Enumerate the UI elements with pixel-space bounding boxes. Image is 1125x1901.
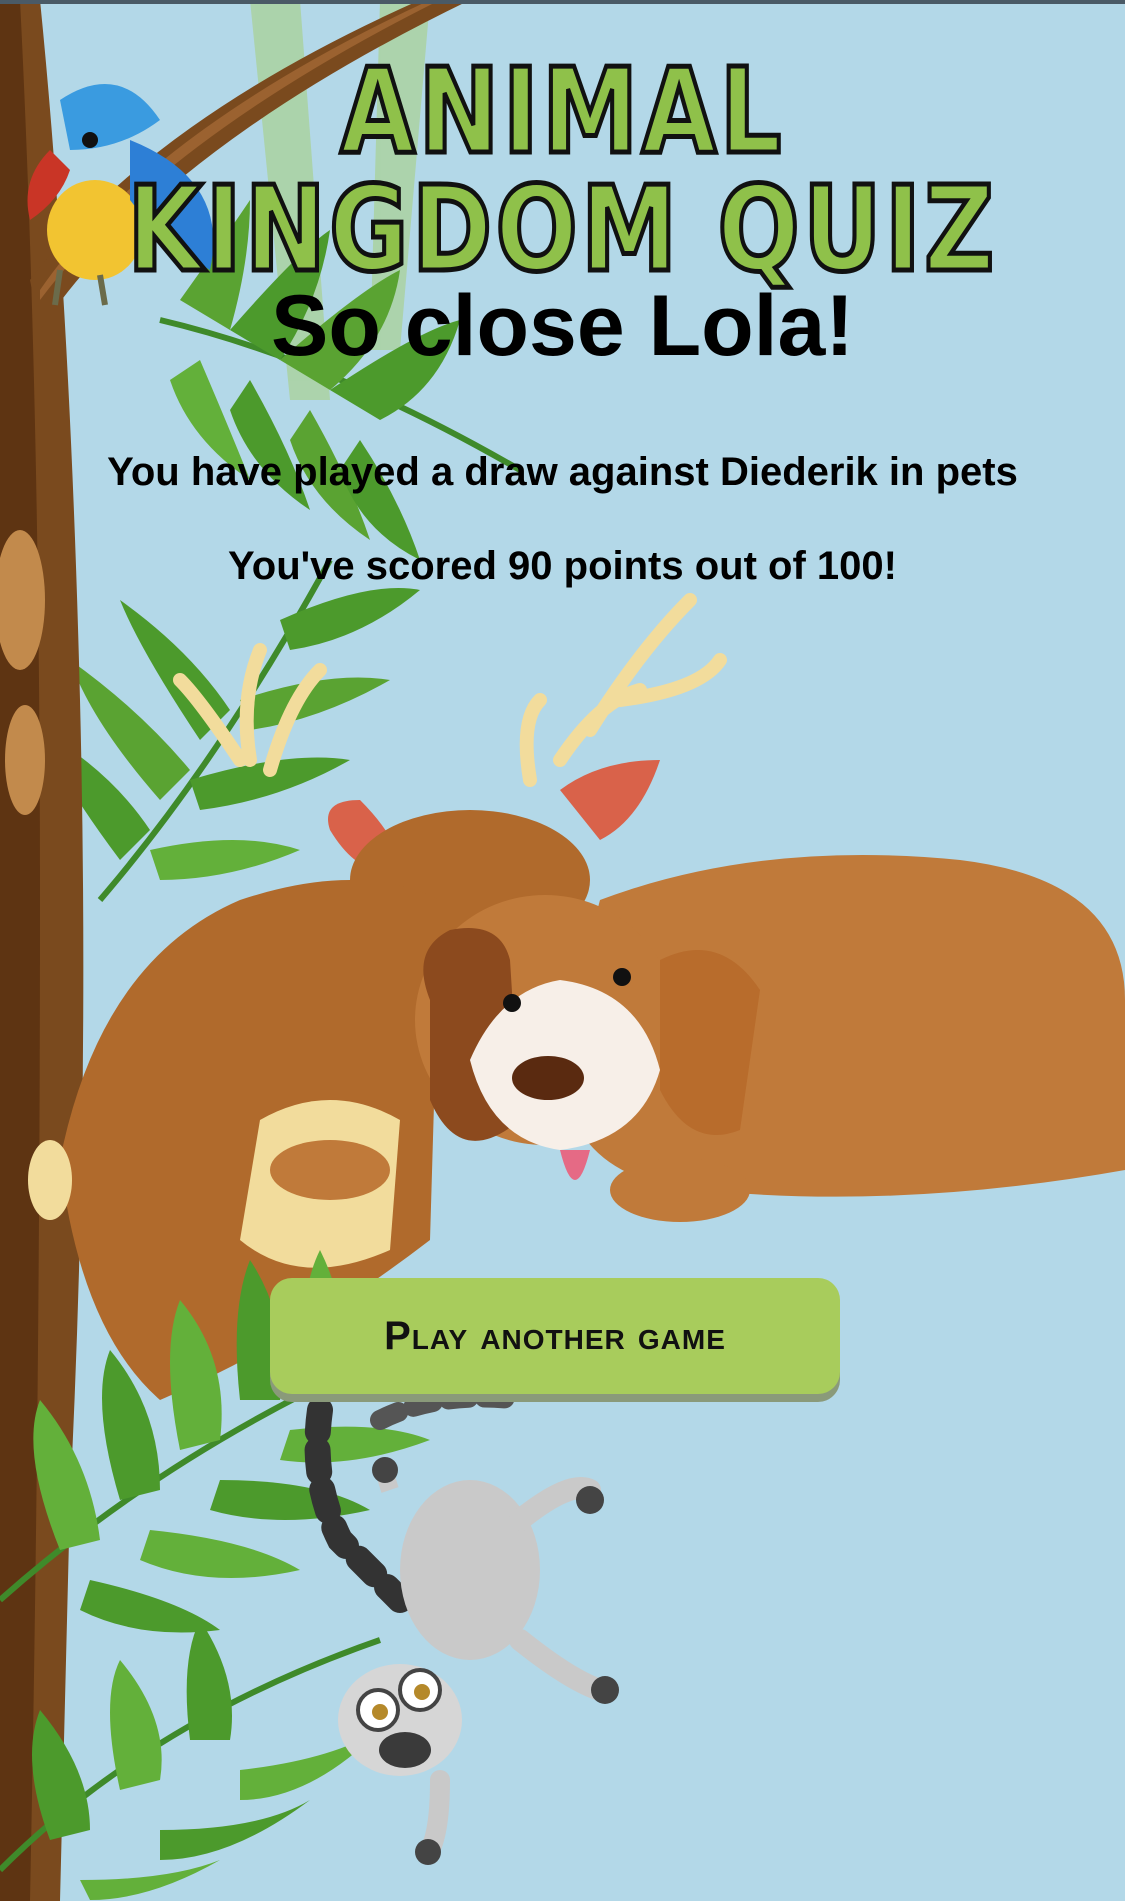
draw-message: You have played a draw against Diederik … bbox=[107, 450, 1018, 494]
top-edge-bar bbox=[0, 0, 1125, 4]
quiz-result-screen: ANIMAL KINGDOM QUIZ So close Lola! You h… bbox=[0, 0, 1125, 1901]
lemur-icon bbox=[304, 1387, 619, 1865]
play-another-game-button[interactable]: Play another game bbox=[270, 1278, 840, 1394]
score-message: You've scored 90 points out of 100! bbox=[228, 544, 897, 588]
game-title: ANIMAL KINGDOM QUIZ bbox=[125, 42, 998, 298]
result-headline: So close Lola! bbox=[270, 278, 855, 374]
